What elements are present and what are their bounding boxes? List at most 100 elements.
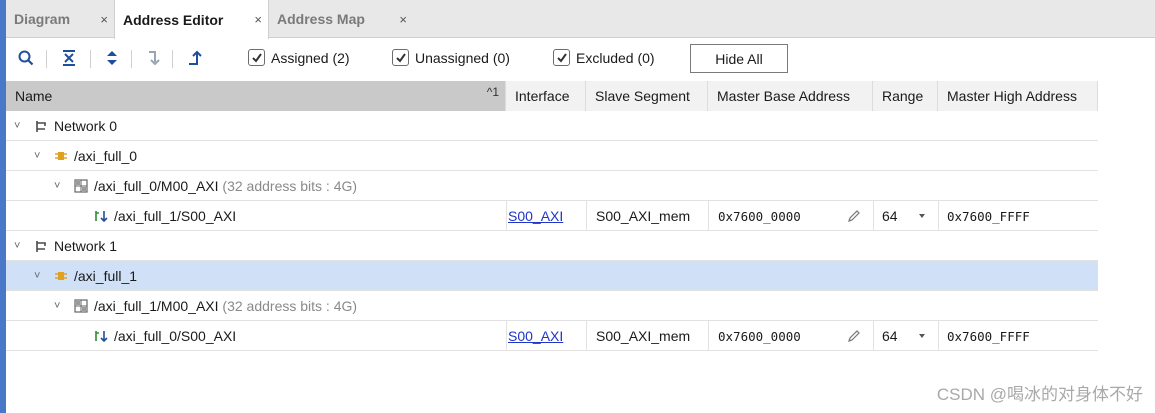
cell-divider — [873, 321, 874, 351]
node-name: /axi_full_1 — [74, 268, 138, 284]
column-header-range[interactable]: Range — [873, 81, 938, 111]
cell-divider — [938, 201, 939, 231]
column-header-name[interactable]: Name ^1 — [6, 81, 506, 111]
tree-node: /axi_full_0/S00_AXI — [94, 321, 236, 351]
tree-node: ˅ Network 1 — [14, 231, 117, 261]
collapse-all-icon[interactable] — [58, 47, 80, 69]
chevron-down-icon[interactable]: ˅ — [14, 120, 26, 132]
column-header-master-high-address[interactable]: Master High Address — [938, 81, 1098, 111]
address-table: ˅ Network 0 ˅ /axi_full_0 ˅ /axi_full_0/… — [6, 111, 1098, 351]
master-base-address-field[interactable]: 0x7600_0000 — [718, 201, 801, 231]
master-high-address-value: 0x7600_FFFF — [947, 208, 1030, 224]
tree-node: /axi_full_1/S00_AXI — [94, 201, 236, 231]
address-bits-label: (32 address bits : 4G) — [222, 178, 358, 194]
close-icon[interactable]: × — [100, 12, 108, 27]
network-icon — [34, 239, 48, 253]
master-icon — [54, 149, 68, 163]
tab-address-editor[interactable]: Address Editor × — [114, 0, 269, 39]
node-name: /axi_full_1/M00_AXI — [94, 298, 219, 314]
cell-divider — [708, 321, 709, 351]
checkbox-box[interactable] — [553, 49, 570, 66]
watermark: CSDN @喝冰的对身体不好 — [936, 385, 1143, 404]
table-row[interactable]: /axi_full_1/S00_AXI S00_AXI S00_AXI_mem … — [6, 201, 1098, 231]
chevron-down-icon[interactable] — [918, 201, 926, 231]
range-select[interactable]: 64 — [882, 321, 898, 351]
tab-label: Address Map — [277, 11, 365, 27]
table-header: Name ^1 Interface Slave Segment Master B… — [6, 81, 1098, 111]
checkbox-box[interactable] — [392, 49, 409, 66]
slave-segment-value: S00_AXI_mem — [596, 328, 691, 344]
cell-divider — [506, 201, 507, 231]
cell-divider — [938, 321, 939, 351]
address-bits-label: (32 address bits : 4G) — [222, 298, 358, 314]
close-icon[interactable]: × — [254, 12, 262, 27]
node-name: /axi_full_0 — [74, 148, 138, 164]
search-icon[interactable] — [15, 47, 37, 69]
cell-divider — [506, 321, 507, 351]
sort-ascending-icon: ^1 — [486, 85, 499, 99]
checkbox-label: Assigned (2) — [271, 49, 350, 66]
close-icon[interactable]: × — [399, 12, 407, 27]
column-header-master-base-address[interactable]: Master Base Address — [708, 81, 873, 111]
toolbar: Assigned (2) Unassigned (0) Excluded (0)… — [6, 39, 1155, 81]
range-select[interactable]: 64 — [882, 201, 898, 231]
chevron-down-icon[interactable]: ˅ — [34, 270, 46, 282]
node-name: /axi_full_1/S00_AXI — [114, 208, 237, 224]
export-icon[interactable] — [184, 47, 206, 69]
assigned-checkbox[interactable]: Assigned (2) — [248, 49, 350, 66]
slave-interface-icon — [94, 329, 108, 343]
column-header-slave-segment[interactable]: Slave Segment — [586, 81, 708, 111]
cell-divider — [708, 201, 709, 231]
master-high-address-value: 0x7600_FFFF — [947, 328, 1030, 344]
tab-address-map[interactable]: Address Map × — [269, 0, 413, 38]
column-header-interface[interactable]: Interface — [506, 81, 586, 111]
edit-pencil-icon[interactable] — [847, 201, 861, 231]
excluded-checkbox[interactable]: Excluded (0) — [553, 49, 655, 66]
table-row[interactable]: ˅ Network 0 — [6, 111, 1098, 141]
tree-node: ˅ Network 0 — [14, 111, 117, 141]
cell-divider — [873, 201, 874, 231]
node-name: Network 0 — [54, 118, 118, 134]
toolbar-separator — [131, 50, 132, 68]
master-base-address-field[interactable]: 0x7600_0000 — [718, 321, 801, 351]
chevron-down-icon[interactable]: ˅ — [34, 150, 46, 162]
address-space-icon — [74, 299, 88, 313]
tab-label: Address Editor — [123, 11, 224, 28]
slave-interface-icon — [94, 209, 108, 223]
table-row[interactable]: ˅ /axi_full_0 — [6, 141, 1098, 171]
unassigned-checkbox[interactable]: Unassigned (0) — [392, 49, 510, 66]
node-name: /axi_full_0/S00_AXI — [114, 328, 237, 344]
tree-node: ˅ /axi_full_1 — [34, 261, 137, 291]
node-name: /axi_full_0/M00_AXI — [94, 178, 219, 194]
checkbox-box[interactable] — [248, 49, 265, 66]
edit-pencil-icon[interactable] — [847, 321, 861, 351]
cell-divider — [586, 201, 587, 231]
checkbox-label: Unassigned (0) — [415, 49, 510, 66]
cell-divider — [586, 321, 587, 351]
tab-label: Diagram — [14, 11, 71, 27]
interface-link[interactable]: S00_AXI — [508, 201, 563, 231]
tree-node: ˅ /axi_full_0 — [34, 141, 137, 171]
chevron-down-icon[interactable] — [918, 321, 926, 351]
node-name: Network 1 — [54, 238, 118, 254]
network-icon — [34, 119, 48, 133]
table-row[interactable]: ˅ /axi_full_0/M00_AXI (32 address bits :… — [6, 171, 1098, 201]
table-row[interactable]: ˅ Network 1 — [6, 231, 1098, 261]
interface-link[interactable]: S00_AXI — [508, 321, 563, 351]
slave-segment-value: S00_AXI_mem — [596, 208, 691, 224]
table-row-selected[interactable]: ˅ /axi_full_1 — [6, 261, 1098, 291]
table-row[interactable]: ˅ /axi_full_1/M00_AXI (32 address bits :… — [6, 291, 1098, 321]
tab-diagram[interactable]: Diagram × — [6, 0, 114, 38]
tree-node: ˅ /axi_full_1/M00_AXI (32 address bits :… — [54, 291, 357, 321]
toolbar-separator — [172, 50, 173, 68]
chevron-down-icon[interactable]: ˅ — [54, 180, 66, 192]
auto-assign-icon[interactable] — [142, 47, 164, 69]
chevron-down-icon[interactable]: ˅ — [54, 300, 66, 312]
master-icon — [54, 269, 68, 283]
chevron-down-icon[interactable]: ˅ — [14, 240, 26, 252]
tree-node: ˅ /axi_full_0/M00_AXI (32 address bits :… — [54, 171, 357, 201]
address-space-icon — [74, 179, 88, 193]
expand-all-icon[interactable] — [101, 47, 123, 69]
table-row[interactable]: /axi_full_0/S00_AXI S00_AXI S00_AXI_mem … — [6, 321, 1098, 351]
hide-all-button[interactable]: Hide All — [690, 44, 788, 73]
